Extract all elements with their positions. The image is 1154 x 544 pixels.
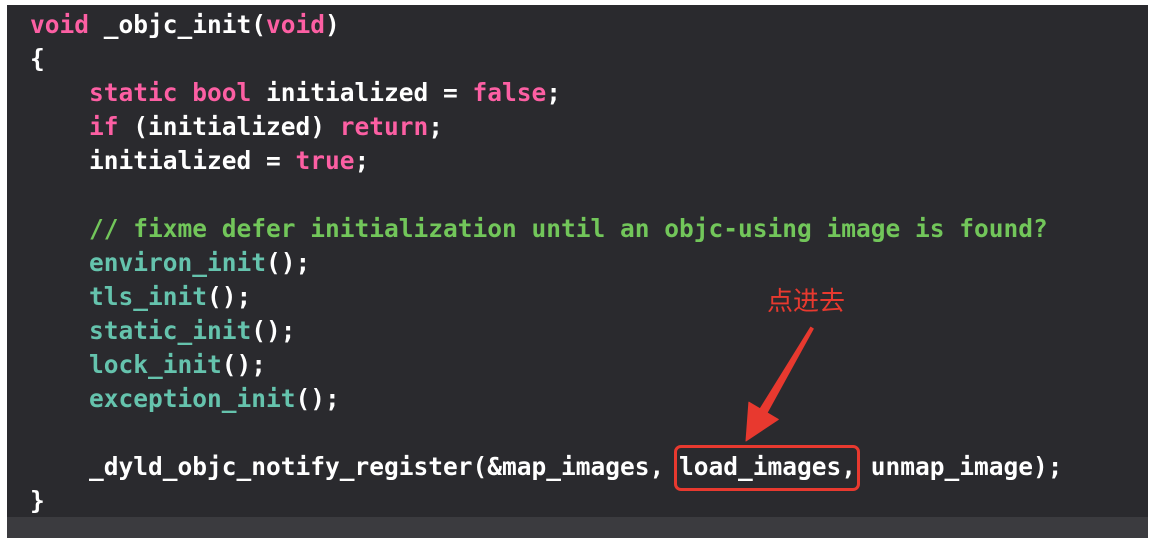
call-parens: (); [295, 384, 340, 413]
call-parens: (); [207, 282, 252, 311]
code-comment: // fixme defer initialization until an o… [89, 214, 1048, 243]
code-line-11: lock_init(); [30, 348, 1148, 382]
argument-unmap-image: unmap_image); [856, 452, 1063, 481]
keyword-false: false [472, 78, 547, 107]
if-condition: (initialized) [118, 112, 340, 141]
function-call-static-init[interactable]: static_init [89, 316, 251, 345]
code-line-8: environ_init(); [30, 246, 1148, 280]
keyword-return: return [339, 112, 429, 141]
keyword-true: true [295, 146, 355, 175]
annotation-highlight-box [674, 445, 861, 491]
function-call-tls-init[interactable]: tls_init [89, 282, 207, 311]
code-line-3: static bool initialized = false; [30, 76, 1148, 110]
code-line-4: if (initialized) return; [30, 110, 1148, 144]
variable-declaration: initialized = [251, 78, 473, 107]
code-line-14: _dyld_objc_notify_register(&map_images, … [30, 445, 1148, 491]
code-line-1: void _objc_init(void) [30, 8, 1148, 42]
brace-open: { [30, 44, 45, 73]
code-line-15: } [30, 484, 1148, 517]
keyword-void-param: void [266, 10, 326, 39]
function-call-lock-init[interactable]: lock_init [89, 350, 222, 379]
code-line-12: exception_init(); [30, 382, 1148, 416]
keyword-void: void [30, 10, 90, 39]
semicolon: ; [354, 146, 370, 175]
function-declaration-name: _objc_init( [89, 10, 267, 39]
code-editor[interactable]: void _objc_init(void) { static bool init… [7, 5, 1148, 517]
code-line-6-empty [30, 178, 1148, 212]
paren-close: ) [325, 10, 340, 39]
code-line-10: static_init(); [30, 314, 1148, 348]
code-line-7: // fixme defer initialization until an o… [30, 212, 1148, 246]
assignment: initialized = [89, 146, 296, 175]
editor-footer-strip [7, 517, 1148, 538]
call-parens: (); [266, 248, 311, 277]
keyword-static-bool: static bool [89, 78, 252, 107]
keyword-if: if [89, 112, 119, 141]
code-line-13-empty [30, 416, 1148, 450]
semicolon: ; [546, 78, 562, 107]
annotation-label: 点进去 [767, 287, 846, 317]
highlighted-argument[interactable]: load_images, [674, 445, 861, 491]
semicolon: ; [428, 112, 444, 141]
code-line-5: initialized = true; [30, 144, 1148, 178]
brace-close: } [30, 486, 45, 515]
function-call-exception-init[interactable]: exception_init [89, 384, 296, 413]
function-call-environ-init[interactable]: environ_init [89, 248, 266, 277]
call-parens: (); [251, 316, 296, 345]
code-line-2: { [30, 42, 1148, 76]
function-call-dyld-notify-register[interactable]: _dyld_objc_notify_register(&map_images, [89, 452, 679, 481]
call-parens: (); [221, 350, 267, 379]
code-line-9: tls_init(); [30, 280, 1148, 314]
